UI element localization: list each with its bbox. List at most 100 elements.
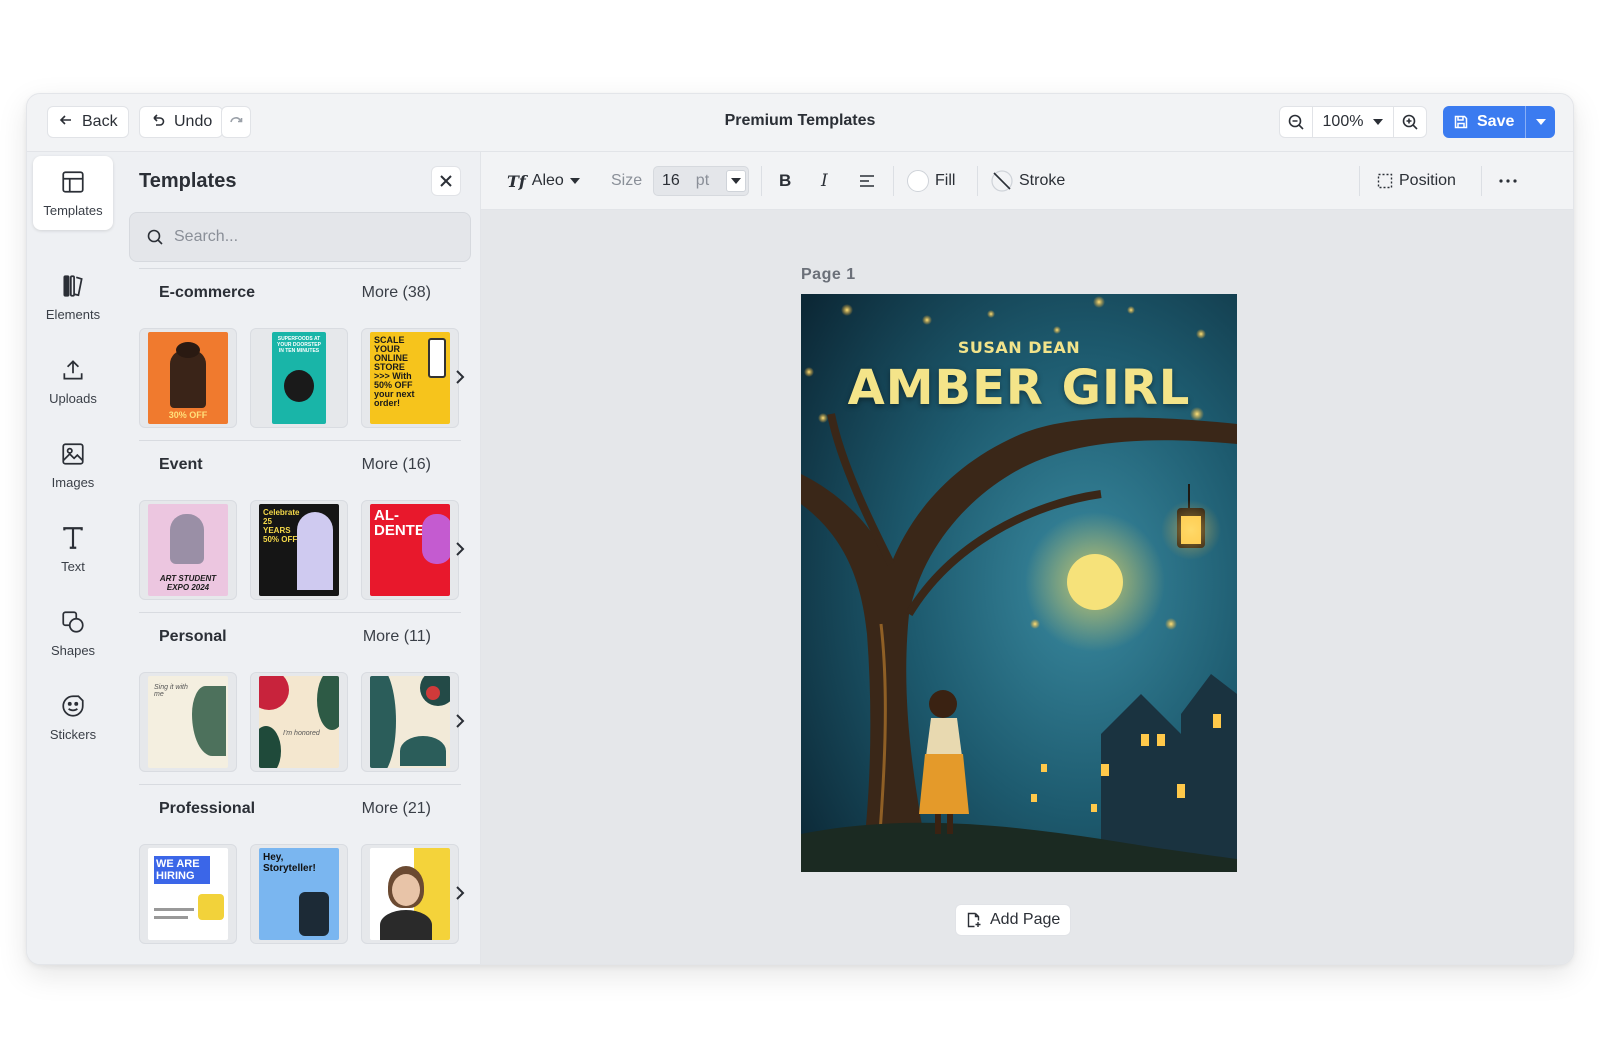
close-icon <box>440 175 452 187</box>
save-label: Save <box>1477 113 1515 130</box>
font-select[interactable]: Tf Aleo <box>507 166 580 196</box>
italic-icon: I <box>821 171 828 191</box>
zoom-value: 100% <box>1322 113 1364 130</box>
save-icon <box>1454 115 1468 129</box>
template-preview: 30% OFF <box>148 332 228 424</box>
cover-title[interactable]: AMBER GIRL <box>801 360 1237 416</box>
template-thumb[interactable]: Hey, Storyteller! <box>250 844 348 944</box>
template-row-ecommerce: 30% OFF SUPERFOODS AT YOUR DOORSTEP IN T… <box>139 328 461 428</box>
toolbar-divider <box>761 166 762 196</box>
close-panel-button[interactable] <box>431 166 461 196</box>
position-label: Position <box>1399 172 1456 189</box>
section-name: Personal <box>159 628 227 645</box>
size-label: Size <box>611 172 643 189</box>
more-link[interactable]: More (38) <box>362 284 431 302</box>
toolbar-divider <box>1359 166 1360 196</box>
template-thumb[interactable] <box>361 844 459 944</box>
align-button[interactable] <box>859 166 875 196</box>
search-icon <box>147 229 163 245</box>
more-link[interactable]: More (16) <box>362 456 431 474</box>
template-text: Sing it with me <box>154 684 188 698</box>
template-row-personal: Sing it with me I'm honored <box>139 672 461 772</box>
caret-down-icon <box>1535 119 1546 125</box>
template-thumb[interactable]: SUPERFOODS AT YOUR DOORSTEP IN TEN MINUT… <box>250 328 348 428</box>
more-options-button[interactable] <box>1499 166 1517 196</box>
rail-label: Stickers <box>49 726 97 742</box>
chevron-right-icon[interactable] <box>451 712 469 730</box>
rail-item-uploads[interactable]: Uploads <box>33 344 113 418</box>
zoom-out-button[interactable] <box>1280 107 1312 137</box>
fill-swatch <box>907 170 929 192</box>
template-preview: SCALE YOUR ONLINE STORE >>> With 50% OFF… <box>370 332 450 424</box>
chevron-right-icon[interactable] <box>451 884 469 902</box>
add-page-button[interactable]: Add Page <box>955 904 1072 936</box>
caret-down-icon <box>731 178 741 184</box>
template-thumb[interactable]: ART STUDENT EXPO 2024 <box>139 500 237 600</box>
rail-item-stickers[interactable]: Stickers <box>33 680 113 754</box>
italic-button[interactable]: I <box>821 166 828 196</box>
chevron-right-icon[interactable] <box>451 368 469 386</box>
font-size-value: 16 <box>662 172 680 189</box>
zoom-in-icon <box>1402 114 1418 130</box>
stroke-button[interactable]: Stroke <box>991 166 1065 196</box>
template-text: AL- DENTE <box>374 507 425 539</box>
template-thumb[interactable]: SCALE YOUR ONLINE STORE >>> With 50% OFF… <box>361 328 459 428</box>
zoom-control: 100% <box>1279 106 1427 138</box>
font-name: Aleo <box>531 172 564 189</box>
zoom-select[interactable]: 100% <box>1312 107 1394 137</box>
panel-title: Templates <box>139 170 237 192</box>
templates-panel: Templates E-commerce More (38) 30% OFF <box>119 152 481 964</box>
search-input[interactable] <box>174 228 454 246</box>
rail-item-templates[interactable]: Templates <box>33 156 113 230</box>
template-thumb[interactable]: 30% OFF <box>139 328 237 428</box>
book-cover-page[interactable]: SUSAN DEAN AMBER GIRL <box>801 294 1237 872</box>
zoom-in-button[interactable] <box>1394 107 1426 137</box>
elements-icon <box>63 274 83 297</box>
more-link[interactable]: More (11) <box>363 628 431 646</box>
section-divider <box>139 268 461 269</box>
search-box <box>129 212 471 262</box>
toolbar-divider <box>1481 166 1482 196</box>
rail-item-images[interactable]: Images <box>33 428 113 502</box>
save-options-button[interactable] <box>1525 106 1555 138</box>
save-button[interactable]: Save <box>1443 106 1525 138</box>
template-thumb[interactable]: Sing it with me <box>139 672 237 772</box>
rail-label: Templates <box>43 202 103 218</box>
shapes-icon <box>62 610 84 633</box>
template-text: I'm honored <box>283 730 320 737</box>
save-button-group: Save <box>1443 106 1555 138</box>
rail-item-shapes[interactable]: Shapes <box>33 596 113 670</box>
template-thumb[interactable] <box>361 672 459 772</box>
template-preview: ART STUDENT EXPO 2024 <box>148 504 228 596</box>
rail-item-elements[interactable]: Elements <box>33 260 113 334</box>
rail-item-text[interactable]: Text <box>33 512 113 586</box>
cover-author[interactable]: SUSAN DEAN <box>801 338 1237 357</box>
section-header-ecommerce: E-commerce More (38) <box>159 284 431 302</box>
toolbar-divider <box>977 166 978 196</box>
template-thumb[interactable]: I'm honored <box>250 672 348 772</box>
template-preview: Celebrate 25 YEARS 50% OFF <box>259 504 339 596</box>
add-page-label: Add Page <box>990 911 1061 928</box>
canvas-area: Page 1 SUSAN DEAN AMBER GIRL Add Page <box>481 210 1573 964</box>
layout-icon <box>62 170 84 193</box>
more-link[interactable]: More (21) <box>362 800 431 818</box>
caret-down-icon <box>569 178 580 184</box>
template-thumb[interactable]: WE ARE HIRING <box>139 844 237 944</box>
text-icon <box>63 526 83 549</box>
tool-rail: Templates Elements Uploads Images Text S… <box>27 152 119 964</box>
font-size-input[interactable]: 16 pt <box>653 166 749 196</box>
section-name: Event <box>159 456 203 473</box>
fill-button[interactable]: Fill <box>907 166 955 196</box>
template-thumb[interactable]: AL- DENTE <box>361 500 459 600</box>
template-preview: I'm honored <box>259 676 339 768</box>
template-text: SUPERFOODS AT YOUR DOORSTEP IN TEN MINUT… <box>277 336 321 354</box>
template-preview <box>370 676 450 768</box>
template-thumb[interactable]: Celebrate 25 YEARS 50% OFF <box>250 500 348 600</box>
bold-button[interactable]: B <box>779 166 791 196</box>
chevron-right-icon[interactable] <box>451 540 469 558</box>
template-preview: AL- DENTE <box>370 504 450 596</box>
font-size-dropdown[interactable] <box>726 170 746 192</box>
caret-down-icon <box>1373 119 1384 125</box>
position-button[interactable]: Position <box>1377 166 1456 196</box>
rail-label: Uploads <box>49 390 97 406</box>
